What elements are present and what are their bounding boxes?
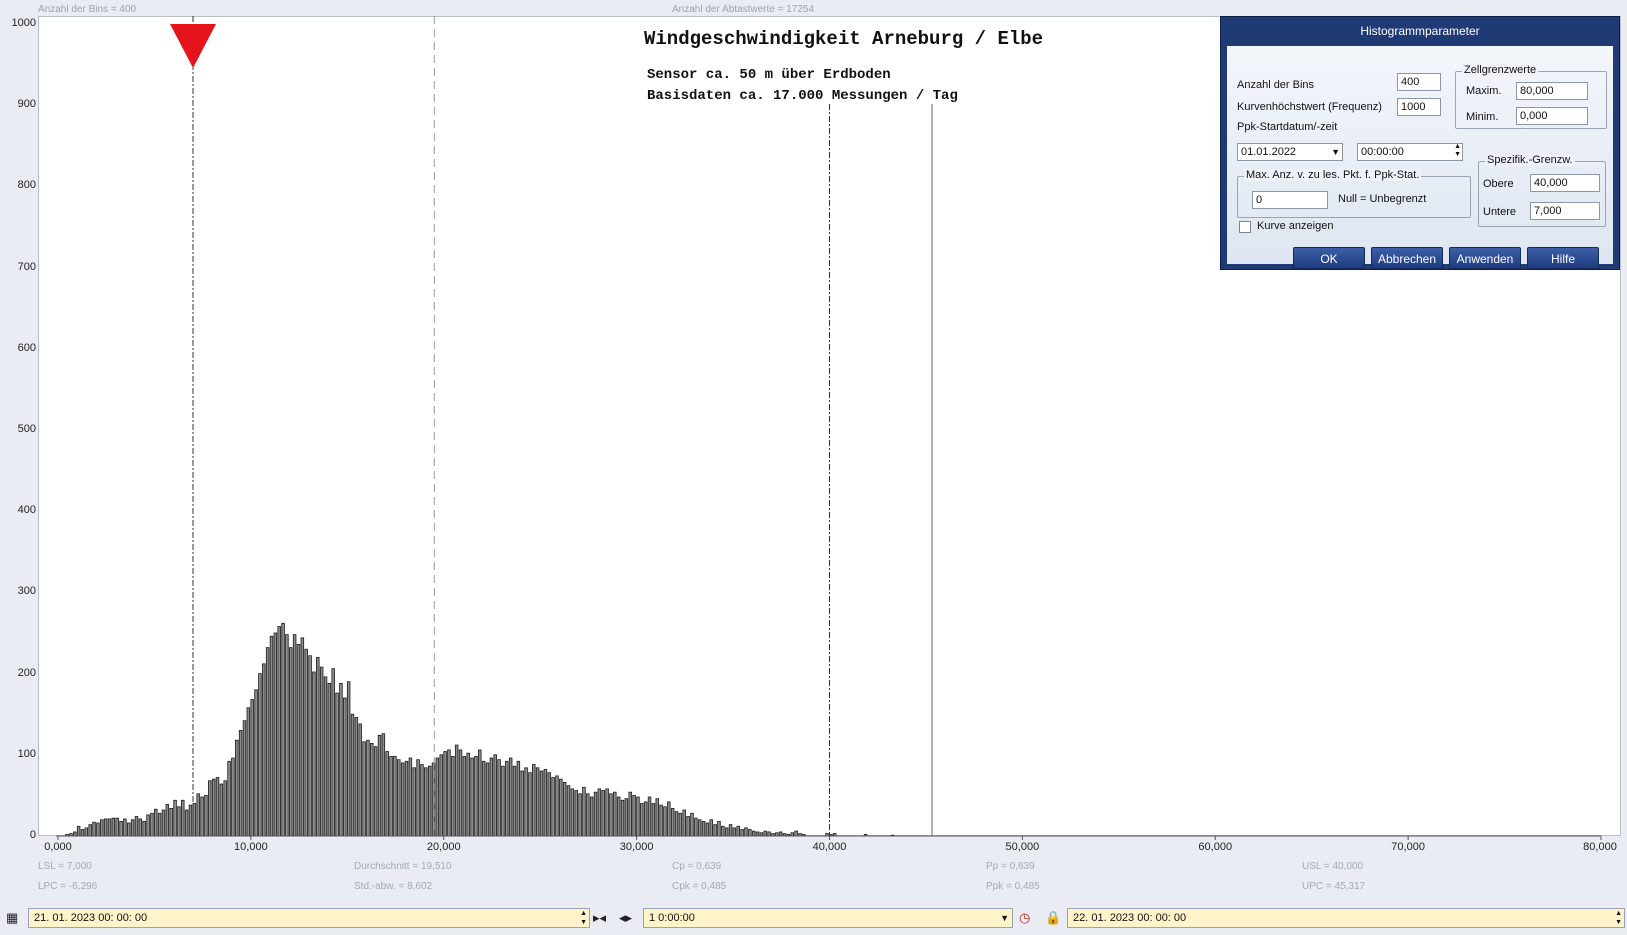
stat-lpc: LPC = -6,296 [38,881,98,892]
calendar-icon[interactable]: ▦ [6,908,18,928]
lower-input[interactable]: 7,000 [1530,202,1600,220]
stat-cpk: Cpk = 0,485 [672,881,727,892]
chart-subtitle-2: Basisdaten ca. 17.000 Messungen / Tag [647,88,958,104]
x-axis [56,835,1602,840]
max-points-input[interactable]: 0 [1252,191,1328,209]
y-tick-label: 700 [17,260,36,273]
show-curve-checkbox[interactable] [1239,221,1251,233]
start-spinner-icon[interactable]: ▲ ▼ [580,909,587,927]
clock-icon[interactable]: ◷ [1019,908,1030,928]
spinner-icon[interactable]: ▲ ▼ [1454,144,1461,159]
ok-button[interactable]: OK [1293,247,1365,269]
y-tick-label: 400 [17,504,36,517]
x-tick-label: 60,000 [1198,841,1233,853]
chevron-down-icon[interactable]: ▼ [1331,144,1340,160]
x-tick-label: 10,000 [234,841,268,853]
min-label: Minim. [1466,111,1499,123]
bins-label: Anzahl der Bins [1237,79,1315,91]
interval-field[interactable]: 1 0:00:00 ▼ [643,908,1013,928]
help-button[interactable]: Hilfe [1527,247,1599,269]
stat-pp: Pp = 0,639 [986,861,1035,872]
max-points-group: Max. Anz. v. zu les. Pkt. f. Ppk-Stat. 0… [1237,169,1471,218]
lower-label: Untere [1483,206,1517,218]
chevron-down-icon[interactable]: ▼ [1000,909,1009,927]
chart-subtitle-1: Sensor ca. 50 m über Erdboden [647,67,891,83]
y-tick-label: 800 [17,179,36,192]
widen-range-icon[interactable]: ◂▸ [619,908,632,928]
y-tick-label: 600 [17,341,36,354]
upper-label: Obere [1483,178,1514,190]
lock-icon[interactable]: 🔒 [1045,908,1061,928]
histogram-parameter-dialog: Histogrammparameter Anzahl der Bins 400 … [1220,16,1620,270]
x-tick-label: 70,000 [1391,841,1425,853]
interval-value: 1 0:00:00 [649,912,695,924]
ppk-time-value: 00:00:00 [1361,146,1404,158]
samples-info: Anzahl der Abtastwerte = 17254 [672,4,815,15]
dialog-body: Anzahl der Bins 400 Kurvenhöchstwert (Fr… [1227,46,1613,269]
end-datetime-field[interactable]: 22. 01. 2023 00: 00: 00 ▲ ▼ [1067,908,1625,928]
y-tick-label: 0 [29,829,36,841]
stat-usl: USL = 40,000 [1302,861,1364,872]
show-curve-label: Kurve anzeigen [1257,220,1334,232]
max-label: Maxim. [1466,85,1502,97]
x-tick-label: 80,000 [1583,841,1617,853]
y-tick-label: 900 [17,98,36,111]
x-tick-label: 50,000 [1005,841,1040,853]
stat-lsl: LSL = 7,000 [38,861,92,872]
dialog-title: Histogrammparameter [1360,24,1480,38]
bins-info: Anzahl der Bins = 400 [38,4,137,15]
x-tick-label: 20,000 [426,841,461,853]
max-points-hint: Null = Unbegrenzt [1338,193,1427,205]
ppk-date-select[interactable]: 01.01.2022 ▼ [1237,143,1343,161]
x-tick-label: 40,000 [812,841,847,853]
start-datetime-value: 21. 01. 2023 00: 00: 00 [34,912,148,924]
spec-limits-group: Spezifik.-Grenzw. Obere 40,000 Untere 7,… [1478,154,1606,227]
cell-limits-title: Zellgrenzwerte [1462,64,1539,76]
stat-std: Std.-abw. = 8,602 [354,881,433,892]
stat-ppk: Ppk = 0,485 [986,881,1040,892]
max-input[interactable]: 80,000 [1516,82,1588,100]
x-tick-label: 0,000 [44,841,72,853]
apply-button[interactable]: Anwenden [1449,247,1521,269]
curve-max-input[interactable]: 1000 [1397,98,1441,116]
y-tick-label: 300 [17,585,36,598]
upper-input[interactable]: 40,000 [1530,174,1600,192]
y-tick-label: 500 [17,423,36,435]
spec-limits-title: Spezifik.-Grenzw. [1485,154,1575,166]
cell-limits-group: Zellgrenzwerte Maxim. 80,000 Minim. 0,00… [1455,64,1607,129]
y-tick-label: 200 [17,666,36,679]
chart-title: Windgeschwindigkeit Arneburg / Elbe [644,28,1044,50]
narrow-range-icon[interactable]: ▸◂ [593,908,606,928]
ppk-date-value: 01.01.2022 [1241,146,1297,158]
bins-input[interactable]: 400 [1397,73,1441,91]
y-tick-label: 1000 [11,17,36,29]
ppk-start-label: Ppk-Startdatum/-zeit [1237,121,1338,133]
curve-max-label: Kurvenhöchstwert (Frequenz) [1237,101,1382,113]
min-input[interactable]: 0,000 [1516,107,1588,125]
stat-cp: Cp = 0,639 [672,861,722,872]
max-points-title: Max. Anz. v. zu les. Pkt. f. Ppk-Stat. [1244,169,1422,181]
stat-mean: Durchschnitt = 19,510 [354,861,452,872]
y-tick-label: 100 [17,747,36,760]
stat-upc: UPC = 45,317 [1302,881,1366,892]
start-datetime-field[interactable]: 21. 01. 2023 00: 00: 00 ▲ ▼ [28,908,590,928]
x-tick-label: 30,000 [619,841,654,853]
cancel-button[interactable]: Abbrechen [1371,247,1443,269]
end-datetime-value: 22. 01. 2023 00: 00: 00 [1073,912,1187,924]
end-spinner-icon[interactable]: ▲ ▼ [1615,909,1622,927]
ppk-time-input[interactable]: 00:00:00 ▲ ▼ [1357,143,1463,161]
